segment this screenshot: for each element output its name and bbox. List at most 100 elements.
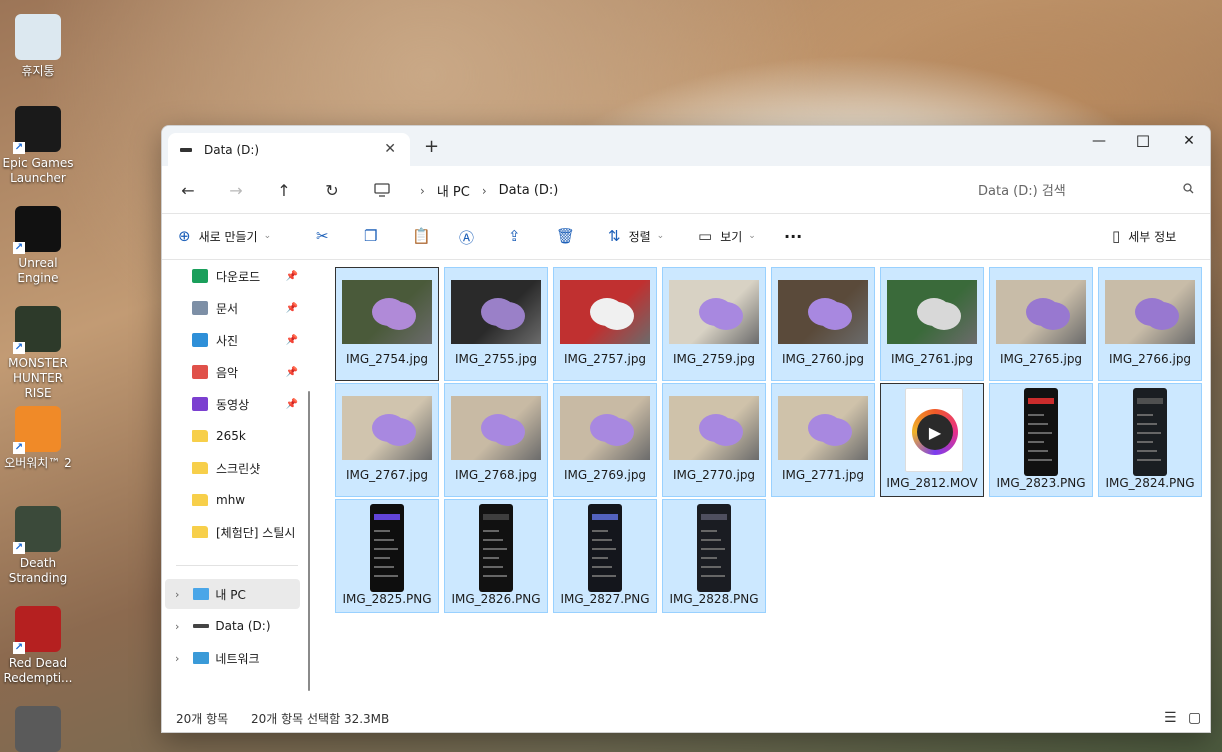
search-box[interactable] [968, 180, 1200, 202]
desktop-icon[interactable]: ↗ Unreal Engine [2, 206, 74, 286]
screenshot-line [592, 566, 612, 568]
view-button[interactable]: ▭ 보기 ⌄ [698, 227, 756, 245]
details-pane-icon: ▯ [1112, 227, 1121, 245]
tab-data-d[interactable]: Data (D:) ✕ [168, 133, 410, 166]
desktop-icon[interactable]: ↗ Red Dead Redempti... [2, 606, 74, 686]
desktop-icon[interactable]: ↗ 오버워치™ 2 [2, 406, 74, 471]
file-item[interactable]: IMG_2768.jpg [444, 383, 548, 497]
file-item[interactable]: IMG_2757.jpg [553, 267, 657, 381]
sidebar-item-label: 음악 [216, 365, 239, 380]
cut-button[interactable]: ✂ [316, 227, 337, 245]
recycle-bin-icon [15, 14, 61, 60]
new-tab-button[interactable]: + [424, 136, 439, 157]
maximize-button[interactable]: ☐ [1120, 126, 1166, 156]
forward-button[interactable]: → [224, 178, 248, 202]
screenshot-line [374, 539, 394, 541]
share-button[interactable]: ⇪ [508, 227, 529, 245]
file-item[interactable]: IMG_2826.PNG [444, 499, 548, 613]
tab-close-icon[interactable]: ✕ [384, 141, 396, 157]
new-button[interactable]: ⊕ 새로 만들기 ⌄ [178, 227, 271, 245]
file-item[interactable]: IMG_2825.PNG [335, 499, 439, 613]
sidebar-item[interactable]: 사진 📌 [192, 329, 302, 351]
delete-button[interactable]: 🗑 [556, 227, 583, 245]
details-pane-button[interactable]: ▯ 세부 정보 [1112, 227, 1176, 245]
view-label: 보기 [720, 229, 743, 244]
monster-hunter-icon: ↗ [13, 306, 61, 354]
minimize-button[interactable]: — [1076, 126, 1122, 156]
file-item[interactable]: IMG_2761.jpg [880, 267, 984, 381]
paste-button[interactable]: 📋 [412, 227, 439, 245]
breadcrumb-data-d[interactable]: Data (D:) [499, 183, 559, 198]
sidebar-item[interactable]: 다운로드 📌 [192, 265, 302, 287]
desktop-icon[interactable] [2, 706, 74, 752]
file-item[interactable]: IMG_2771.jpg [771, 383, 875, 497]
file-item[interactable]: IMG_2824.PNG [1098, 383, 1202, 497]
file-item[interactable]: IMG_2827.PNG [553, 499, 657, 613]
screenshot-line [483, 566, 503, 568]
epic-games-icon: ↗ [13, 106, 61, 154]
monitor-icon [370, 178, 394, 202]
screenshot-line [1028, 459, 1052, 461]
desktop-icon[interactable]: ↗ Death Stranding [2, 506, 74, 586]
sidebar-root-item[interactable]: › 내 PC [165, 579, 300, 609]
sidebar-root-label: 내 PC [215, 587, 246, 602]
desktop-icon-label: 오버워치™ 2 [4, 456, 72, 470]
shortcut-arrow-icon: ↗ [13, 642, 25, 654]
screenshot-line [592, 575, 616, 577]
sidebar-item[interactable]: mhw [192, 489, 302, 511]
sidebar-item[interactable]: 동영상 📌 [192, 393, 302, 415]
desktop-icon[interactable]: 휴지통 [2, 14, 74, 79]
desktop-icon[interactable]: ↗ Epic Games Launcher [2, 106, 74, 186]
back-button[interactable]: ← [176, 178, 200, 202]
sidebar-root-item[interactable]: › Data (D:) [165, 611, 300, 641]
file-item[interactable]: IMG_2760.jpg [771, 267, 875, 381]
file-item[interactable]: IMG_2770.jpg [662, 383, 766, 497]
file-item[interactable]: IMG_2759.jpg [662, 267, 766, 381]
sidebar-item[interactable]: 스크린샷 [192, 457, 302, 479]
screenshot-line [374, 575, 398, 577]
breadcrumb-this-pc[interactable]: 내 PC [437, 181, 470, 200]
sidebar-item[interactable]: 음악 📌 [192, 361, 302, 383]
close-button[interactable]: ✕ [1166, 126, 1210, 156]
file-name: IMG_2766.jpg [1108, 352, 1192, 366]
chevron-right-icon[interactable]: › [175, 588, 179, 601]
screenshot-line [483, 539, 503, 541]
desktop-icon-label: MONSTER HUNTER RISE [8, 356, 68, 400]
search-input[interactable] [968, 183, 1158, 199]
sort-button[interactable]: ⇅ 정렬 ⌄ [608, 227, 664, 245]
sidebar-item[interactable]: [체험단] 스틸시 [192, 521, 302, 543]
desktop-icon[interactable]: ↗ MONSTER HUNTER RISE [2, 306, 74, 401]
more-options-button[interactable]: ··· [784, 227, 802, 246]
screenshot-accent [701, 514, 727, 520]
file-item[interactable]: IMG_2766.jpg [1098, 267, 1202, 381]
copy-button[interactable]: ❐ [364, 227, 385, 245]
file-item[interactable]: ▶ IMG_2812.MOV [880, 383, 984, 497]
details-view-icon[interactable]: ☰ [1164, 710, 1177, 726]
file-item[interactable]: IMG_2765.jpg [989, 267, 1093, 381]
sidebar-item[interactable]: 265k [192, 425, 302, 447]
file-item[interactable]: IMG_2769.jpg [553, 383, 657, 497]
refresh-button[interactable]: ↻ [320, 178, 344, 202]
rename-button[interactable]: Ⓐ [459, 227, 482, 248]
sidebar-item[interactable]: 문서 📌 [192, 297, 302, 319]
phone-screenshot [1133, 388, 1167, 476]
sidebar-scrollbar[interactable] [308, 391, 310, 691]
chevron-right-icon[interactable]: › [175, 652, 179, 665]
file-name: IMG_2761.jpg [890, 352, 974, 366]
network-icon [193, 652, 210, 664]
plus-circle-icon: ⊕ [178, 227, 191, 245]
file-item[interactable]: IMG_2755.jpg [444, 267, 548, 381]
file-item[interactable]: IMG_2828.PNG [662, 499, 766, 613]
shortcut-arrow-icon: ↗ [13, 442, 25, 454]
chevron-right-icon[interactable]: › [175, 620, 179, 633]
status-bar: 20개 항목 20개 항목 선택함 32.3MB ☰ ▢ [162, 704, 1210, 732]
file-item[interactable]: IMG_2767.jpg [335, 383, 439, 497]
file-name: IMG_2765.jpg [999, 352, 1083, 366]
videos-icon [192, 397, 208, 411]
file-item[interactable]: IMG_2754.jpg [335, 267, 439, 381]
screenshot-accent [592, 514, 618, 520]
sidebar-root-item[interactable]: › 네트워크 [165, 643, 300, 673]
up-button[interactable]: ↑ [272, 178, 296, 202]
large-icons-view-icon[interactable]: ▢ [1188, 710, 1201, 726]
file-item[interactable]: IMG_2823.PNG [989, 383, 1093, 497]
